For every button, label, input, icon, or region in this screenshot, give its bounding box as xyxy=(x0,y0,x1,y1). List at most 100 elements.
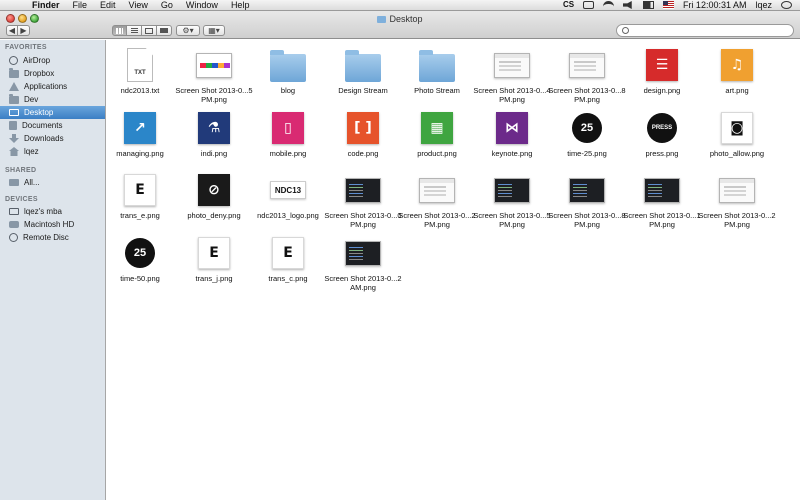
folder-icon xyxy=(377,16,387,23)
battery-icon[interactable] xyxy=(642,1,654,9)
menu-go[interactable]: Go xyxy=(161,0,173,11)
wifi-icon[interactable] xyxy=(602,1,614,9)
file-item[interactable]: Design Stream xyxy=(323,47,403,95)
file-name: photo_allow.png xyxy=(709,149,765,158)
document-page-icon xyxy=(127,48,153,82)
window-toolbar: Desktop ◀ ▶ ⚙▾ ▦▾ xyxy=(0,11,800,39)
file-name: Screen Shot 2013-0...5 PM.png xyxy=(473,211,551,229)
file-item[interactable]: Screen Shot 2013-0...0 PM.png xyxy=(323,172,403,229)
menubar-clock[interactable]: Fri 12:00:31 AM xyxy=(683,0,747,11)
sidebar-item-desktop[interactable]: Desktop xyxy=(0,106,105,119)
image-thumbnail-icon: ▦ xyxy=(419,110,455,146)
file-item[interactable]: ▦ product.png xyxy=(397,110,477,158)
menu-finder[interactable]: Finder xyxy=(32,0,60,11)
file-item[interactable]: Screen Shot 2013-0...4 PM.png xyxy=(472,47,552,104)
file-item[interactable]: ⋈ keynote.png xyxy=(472,110,552,158)
file-item[interactable]: [ ] code.png xyxy=(323,110,403,158)
file-item[interactable]: ▯ mobile.png xyxy=(248,110,328,158)
action-menu-button[interactable]: ⚙▾ xyxy=(176,25,200,36)
file-item[interactable]: Screen Shot 2013-0...5 PM.png xyxy=(174,47,254,104)
sidebar-item-remote-disc[interactable]: Remote Disc xyxy=(0,231,105,244)
thumbnail-image: ☰ xyxy=(646,49,678,81)
file-item[interactable]: blog xyxy=(248,47,328,95)
thumbnail-image xyxy=(196,52,232,78)
sidebar-item-label: AirDrop xyxy=(23,56,51,65)
thumbnail-image: 25 xyxy=(572,113,602,143)
file-item[interactable]: ⊘ photo_deny.png xyxy=(174,172,254,220)
image-thumbnail-icon: ▯ xyxy=(270,110,306,146)
network-icon xyxy=(9,179,19,186)
file-name: time-25.png xyxy=(567,149,607,158)
thumbnail-glyph: ▦ xyxy=(430,120,444,136)
sidebar-item-all-shared[interactable]: All... xyxy=(0,176,105,189)
status-tray: CS Fri 12:00:31 AM lqez xyxy=(563,0,792,11)
file-item[interactable]: NDC13 ndc2013_logo.png xyxy=(248,172,328,220)
file-item[interactable]: ♫ art.png xyxy=(697,47,777,95)
file-item[interactable]: 25 time-50.png xyxy=(100,235,180,283)
menu-help[interactable]: Help xyxy=(231,0,250,11)
file-item[interactable]: Etrans_e.png xyxy=(100,172,180,220)
search-input[interactable] xyxy=(616,24,794,37)
screenshot-thumbnail-icon xyxy=(494,47,530,83)
sidebar-item-downloads[interactable]: Downloads xyxy=(0,132,105,145)
thumbnail-image: ▯ xyxy=(272,112,304,144)
thumbnail-glyph: E xyxy=(135,182,145,198)
menu-view[interactable]: View xyxy=(129,0,148,11)
screenshot-thumbnail-icon xyxy=(345,235,381,271)
icon-view-button[interactable] xyxy=(112,25,127,36)
file-item[interactable]: Etrans_c.png xyxy=(248,235,328,283)
image-thumbnail-icon: ⊘ xyxy=(196,172,232,208)
file-item[interactable]: Screen Shot 2013-0...1 PM.png xyxy=(622,172,702,229)
image-thumbnail-icon: ◙ xyxy=(719,110,755,146)
file-item[interactable]: PRESS press.png xyxy=(622,110,702,158)
file-item[interactable]: Screen Shot 2013-0...2 AM.png xyxy=(323,235,403,292)
file-item[interactable]: Photo Stream xyxy=(397,47,477,95)
text-document-icon: TXT xyxy=(122,47,158,83)
file-name: press.png xyxy=(645,149,679,158)
applications-icon xyxy=(9,82,19,91)
file-item[interactable]: ⚗ indi.png xyxy=(174,110,254,158)
sidebar-item-dropbox[interactable]: Dropbox xyxy=(0,67,105,80)
menu-bar: Finder File Edit View Go Window Help CS … xyxy=(0,0,800,11)
sidebar-item-home[interactable]: lqez xyxy=(0,145,105,158)
file-item[interactable]: ☰ design.png xyxy=(622,47,702,95)
sidebar-item-dev[interactable]: Dev xyxy=(0,93,105,106)
forward-button[interactable]: ▶ xyxy=(18,25,30,36)
file-item[interactable]: ◙ photo_allow.png xyxy=(697,110,777,158)
cs-status-icon[interactable]: CS xyxy=(563,1,574,9)
file-item[interactable]: 25 time-25.png xyxy=(547,110,627,158)
spotlight-search-icon[interactable] xyxy=(781,1,792,9)
display-status-icon[interactable] xyxy=(582,1,594,9)
sidebar-item-documents[interactable]: Documents xyxy=(0,119,105,132)
sidebar-item-macintosh-hd[interactable]: Macintosh HD xyxy=(0,218,105,231)
thumbnail-image: 25 xyxy=(125,238,155,268)
menu-window[interactable]: Window xyxy=(186,0,218,11)
back-button[interactable]: ◀ xyxy=(6,25,18,36)
file-name: ndc2013_logo.png xyxy=(257,211,319,220)
column-view-button[interactable] xyxy=(142,25,157,36)
sidebar-item-label: Dev xyxy=(24,95,39,104)
input-source-flag-icon[interactable] xyxy=(662,1,674,9)
sidebar-item-mba[interactable]: lqez's mba xyxy=(0,205,105,218)
file-item[interactable]: ↗ managing.png xyxy=(100,110,180,158)
file-item[interactable]: Screen Shot 2013-0...5 PM.png xyxy=(472,172,552,229)
menu-edit[interactable]: Edit xyxy=(100,0,116,11)
thumbnail-image xyxy=(419,177,455,203)
file-item[interactable]: TXT ndc2013.txt xyxy=(100,47,180,95)
file-item[interactable]: Etrans_j.png xyxy=(174,235,254,283)
list-view-button[interactable] xyxy=(127,25,142,36)
file-item[interactable]: Screen Shot 2013-0...2 PM.png xyxy=(397,172,477,229)
thumbnail-image: ◙ xyxy=(721,112,753,144)
menu-file[interactable]: File xyxy=(73,0,88,11)
screenshot-thumbnail-icon xyxy=(419,172,455,208)
arrange-menu-button[interactable]: ▦▾ xyxy=(203,25,225,36)
file-item[interactable]: Screen Shot 2013-0...2 PM.png xyxy=(697,172,777,229)
file-item[interactable]: Screen Shot 2013-0...8 PM.png xyxy=(547,47,627,104)
sidebar-item-applications[interactable]: Applications xyxy=(0,80,105,93)
menubar-user[interactable]: lqez xyxy=(755,0,772,11)
cover-flow-view-button[interactable] xyxy=(157,25,172,36)
sidebar-item-airdrop[interactable]: AirDrop xyxy=(0,54,105,67)
sidebar-item-label: Dropbox xyxy=(24,69,55,78)
file-item[interactable]: Screen Shot 2013-0...8 PM.png xyxy=(547,172,627,229)
volume-icon[interactable] xyxy=(622,1,632,9)
